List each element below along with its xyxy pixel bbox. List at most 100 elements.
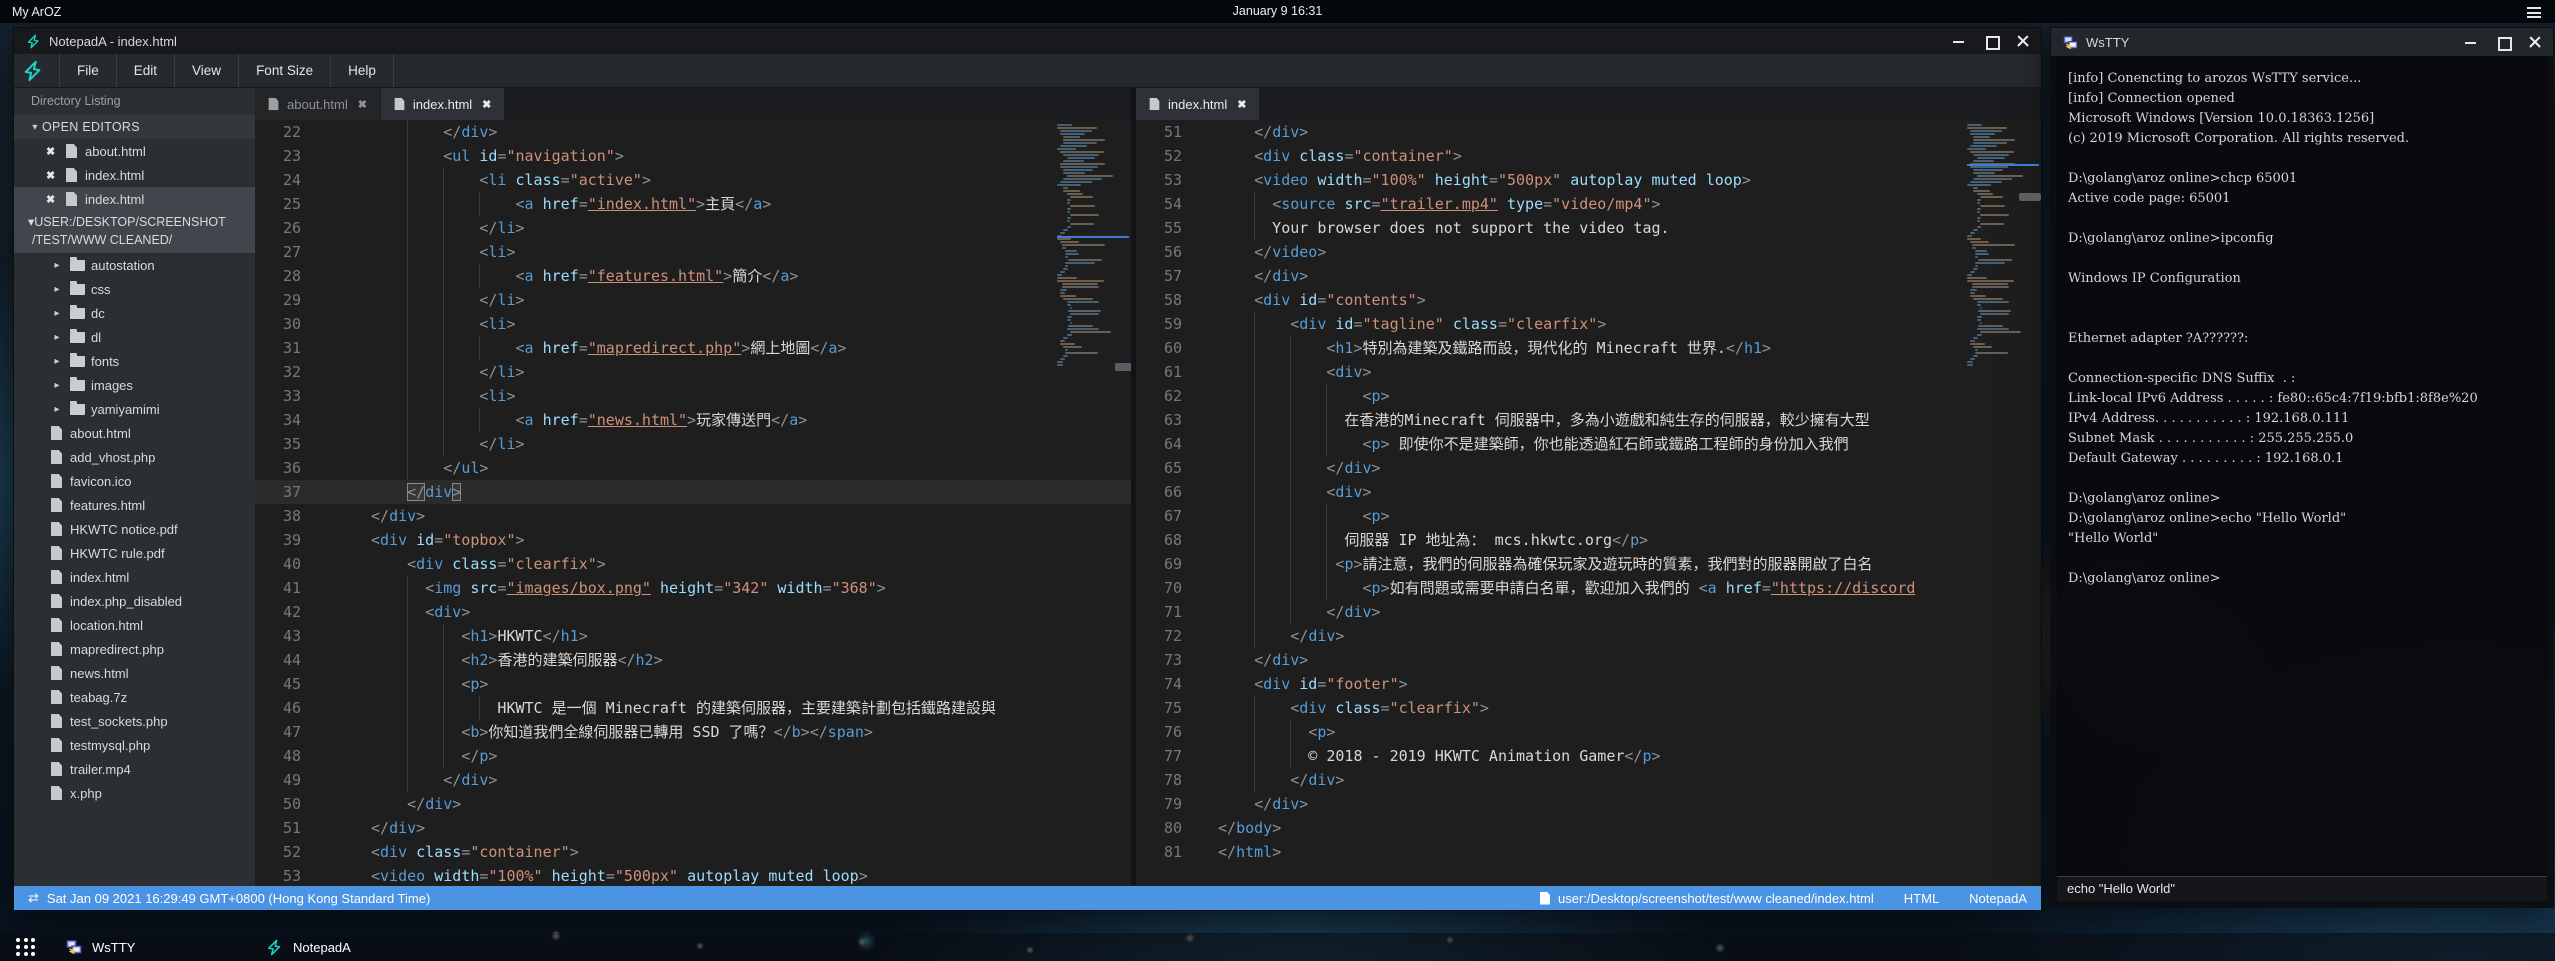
code-line[interactable]: 78 </div> bbox=[1136, 768, 2041, 792]
tree-file-item[interactable]: testmysql.php bbox=[14, 733, 255, 757]
tree-folder-autostation[interactable]: ▸autostation bbox=[14, 253, 255, 277]
code-line[interactable]: 71 </div> bbox=[1136, 600, 2041, 624]
code-line[interactable]: 32 </li> bbox=[255, 360, 1131, 384]
maximize-button[interactable] bbox=[1985, 35, 1997, 47]
minimize-button[interactable] bbox=[1953, 35, 1965, 47]
code-line[interactable]: 56 </video> bbox=[1136, 240, 2041, 264]
code-line[interactable]: 24 <li class="active"> bbox=[255, 168, 1131, 192]
code-line[interactable]: 36 </ul> bbox=[255, 456, 1131, 480]
tree-file-item[interactable]: add_vhost.php bbox=[14, 445, 255, 469]
editor-tab[interactable]: index.html✖ bbox=[1136, 88, 1259, 120]
code-line[interactable]: 67 <p> bbox=[1136, 504, 2041, 528]
code-line[interactable]: 28 <a href="features.html">簡介</a> bbox=[255, 264, 1131, 288]
workspace-root-item[interactable]: ▾USER:/DESKTOP/SCREENSHOT /TEST/WWW CLEA… bbox=[14, 211, 255, 253]
tree-folder-images[interactable]: ▸images bbox=[14, 373, 255, 397]
close-icon[interactable]: ✖ bbox=[46, 169, 58, 182]
code-line[interactable]: 62 <p> bbox=[1136, 384, 2041, 408]
menu-file[interactable]: File bbox=[59, 54, 116, 87]
tab-close-icon[interactable]: ✖ bbox=[482, 98, 491, 111]
code-line[interactable]: 23 <ul id="navigation"> bbox=[255, 144, 1131, 168]
open-editor-item[interactable]: ✖index.html bbox=[14, 187, 255, 211]
tree-file-item[interactable]: favicon.ico bbox=[14, 469, 255, 493]
menu-edit[interactable]: Edit bbox=[116, 54, 174, 87]
code-line[interactable]: 22 </div> bbox=[255, 120, 1131, 144]
editor-tab[interactable]: index.html✖ bbox=[381, 88, 504, 120]
tree-folder-css[interactable]: ▸css bbox=[14, 277, 255, 301]
code-line[interactable]: 47 <b>你知道我們全線伺服器已轉用 SSD 了嗎？</b></span> bbox=[255, 720, 1131, 744]
open-editor-item[interactable]: ✖about.html bbox=[14, 139, 255, 163]
code-line[interactable]: 80</body> bbox=[1136, 816, 2041, 840]
code-line[interactable]: 68 伺服器 IP 地址為： mcs.hkwtc.org</p> bbox=[1136, 528, 2041, 552]
code-line[interactable]: 27 <li> bbox=[255, 240, 1131, 264]
tree-file-item[interactable]: features.html bbox=[14, 493, 255, 517]
code-line[interactable]: 73 </div> bbox=[1136, 648, 2041, 672]
code-line[interactable]: 31 <a href="mapredirect.php">網上地圖</a> bbox=[255, 336, 1131, 360]
code-line[interactable]: 48 </p> bbox=[255, 744, 1131, 768]
menu-help[interactable]: Help bbox=[330, 54, 394, 87]
tree-file-item[interactable]: about.html bbox=[14, 421, 255, 445]
tree-file-item[interactable]: mapredirect.php bbox=[14, 637, 255, 661]
tree-file-item[interactable]: HKWTC rule.pdf bbox=[14, 541, 255, 565]
tree-file-item[interactable]: HKWTC notice.pdf bbox=[14, 517, 255, 541]
code-line[interactable]: 41 <img src="images/box.png" height="342… bbox=[255, 576, 1131, 600]
code-line[interactable]: 53<video width="100%" height="500px" aut… bbox=[255, 864, 1131, 886]
scrollbar-thumb[interactable] bbox=[1115, 363, 1136, 371]
taskbar-item-notepada[interactable]: NotepadA bbox=[256, 933, 361, 961]
notepada-titlebar[interactable]: NotepadA - index.html bbox=[14, 28, 2041, 54]
code-line[interactable]: 50 </div> bbox=[255, 792, 1131, 816]
code-editor-left[interactable]: 22 </div>23 <ul id="navigation">24 <li c… bbox=[255, 120, 1131, 886]
code-line[interactable]: 53 <video width="100%" height="500px" au… bbox=[1136, 168, 2041, 192]
code-line[interactable]: 39<div id="topbox"> bbox=[255, 528, 1131, 552]
tree-folder-dl[interactable]: ▸dl bbox=[14, 325, 255, 349]
tree-file-item[interactable]: location.html bbox=[14, 613, 255, 637]
code-line[interactable]: 72 </div> bbox=[1136, 624, 2041, 648]
tab-close-icon[interactable]: ✖ bbox=[358, 98, 367, 111]
code-line[interactable]: 65 </div> bbox=[1136, 456, 2041, 480]
code-line[interactable]: 33 <li> bbox=[255, 384, 1131, 408]
terminal-output[interactable]: [info] Conencting to arozos WsTTY servic… bbox=[2057, 56, 2547, 876]
tree-file-item[interactable]: teabag.7z bbox=[14, 685, 255, 709]
code-line[interactable]: 26 </li> bbox=[255, 216, 1131, 240]
tree-file-item[interactable]: x.php bbox=[14, 781, 255, 805]
code-line[interactable]: 76 <p> bbox=[1136, 720, 2041, 744]
code-line[interactable]: 74 <div id="footer"> bbox=[1136, 672, 2041, 696]
code-line[interactable]: 58 <div id="contents"> bbox=[1136, 288, 2041, 312]
code-line[interactable]: 75 <div class="clearfix"> bbox=[1136, 696, 2041, 720]
terminal-input[interactable]: echo "Hello World" bbox=[2057, 876, 2547, 901]
code-line[interactable]: 40 <div class="clearfix"> bbox=[255, 552, 1131, 576]
code-line[interactable]: 29 </li> bbox=[255, 288, 1131, 312]
code-line[interactable]: 81</html> bbox=[1136, 840, 2041, 864]
code-line[interactable]: 51</div> bbox=[255, 816, 1131, 840]
minimize-button[interactable] bbox=[2465, 36, 2477, 48]
minimap-left[interactable] bbox=[1057, 124, 1129, 367]
tree-folder-fonts[interactable]: ▸fonts bbox=[14, 349, 255, 373]
tree-file-item[interactable]: index.php_disabled bbox=[14, 589, 255, 613]
code-editor-right[interactable]: 51 </div>52 <div class="container">53 <v… bbox=[1136, 120, 2041, 886]
tab-close-icon[interactable]: ✖ bbox=[1237, 98, 1246, 111]
close-icon[interactable]: ✖ bbox=[46, 193, 58, 206]
code-line[interactable]: 59 <div id="tagline" class="clearfix"> bbox=[1136, 312, 2041, 336]
wstty-titlebar[interactable]: WsTTY bbox=[2051, 28, 2553, 56]
code-line[interactable]: 44 <h2>香港的建築伺服器</h2> bbox=[255, 648, 1131, 672]
close-button[interactable] bbox=[2017, 35, 2029, 47]
menu-view[interactable]: View bbox=[174, 54, 238, 87]
code-line[interactable]: 77 © 2018 - 2019 HKWTC Animation Gamer</… bbox=[1136, 744, 2041, 768]
code-line[interactable]: 49 </div> bbox=[255, 768, 1131, 792]
code-line[interactable]: 45 <p> bbox=[255, 672, 1131, 696]
code-line[interactable]: 57 </div> bbox=[1136, 264, 2041, 288]
code-line[interactable]: 35 </li> bbox=[255, 432, 1131, 456]
code-line[interactable]: 42 <div> bbox=[255, 600, 1131, 624]
close-icon[interactable]: ✖ bbox=[46, 145, 58, 158]
code-line[interactable]: 43 <h1>HKWTC</h1> bbox=[255, 624, 1131, 648]
open-editors-section[interactable]: ▾ OPEN EDITORS bbox=[14, 115, 255, 139]
code-line[interactable]: 60 <h1>特別為建築及鐵路而設，現代化的 Minecraft 世界.</h1… bbox=[1136, 336, 2041, 360]
code-line[interactable]: 63 在香港的Minecraft 伺服器中，多為小遊戲和純生存的伺服器，較少擁有… bbox=[1136, 408, 2041, 432]
code-line[interactable]: 79 </div> bbox=[1136, 792, 2041, 816]
tree-file-item[interactable]: index.html bbox=[14, 565, 255, 589]
code-line[interactable]: 69 <p>請注意，我們的伺服器為確保玩家及遊玩時的質素，我們對的服器開啟了白名 bbox=[1136, 552, 2041, 576]
scrollbar-thumb[interactable] bbox=[2019, 193, 2041, 201]
code-line[interactable]: 64 <p> 即使你不是建築師，你也能透過紅石師或鐵路工程師的身份加入我們 bbox=[1136, 432, 2041, 456]
code-line[interactable]: 66 <div> bbox=[1136, 480, 2041, 504]
close-button[interactable] bbox=[2529, 36, 2541, 48]
code-line[interactable]: 54 <source src="trailer.mp4" type="video… bbox=[1136, 192, 2041, 216]
